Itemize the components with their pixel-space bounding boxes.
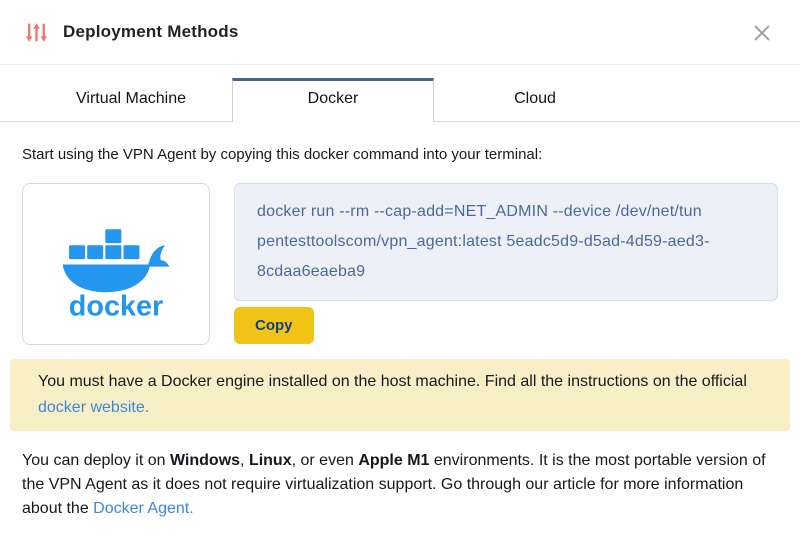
tab-docker[interactable]: Docker xyxy=(232,78,434,122)
footer-paragraph: You can deploy it on Windows, Linux, or … xyxy=(22,449,778,521)
warning-text: You must have a Docker engine installed … xyxy=(38,373,747,390)
footer-bold-windows: Windows xyxy=(170,452,240,469)
footer-text: You can deploy it on xyxy=(22,452,170,469)
docker-logo-card: docker xyxy=(22,183,210,345)
footer-bold-linux: Linux xyxy=(249,452,292,469)
docker-panel: docker docker run --rm --cap-add=NET_ADM… xyxy=(22,183,778,345)
warning-note: You must have a Docker engine installed … xyxy=(10,359,790,431)
docker-logo: docker xyxy=(52,209,180,320)
copy-button[interactable]: Copy xyxy=(234,307,314,344)
close-button[interactable] xyxy=(750,21,774,45)
close-icon xyxy=(751,22,773,44)
footer-bold-apple-m1: Apple M1 xyxy=(358,452,429,469)
tab-virtual-machine[interactable]: Virtual Machine xyxy=(30,79,232,121)
tab-bar: Virtual Machine Docker Cloud xyxy=(0,65,800,122)
docker-command-text: docker run --rm --cap-add=NET_ADMIN --de… xyxy=(234,183,778,301)
dialog-title: Deployment Methods xyxy=(63,22,239,42)
docker-agent-link[interactable]: Docker Agent. xyxy=(93,500,194,517)
docker-logo-text: docker xyxy=(69,290,163,319)
dialog-header: Deployment Methods xyxy=(0,0,800,65)
instruction-text: Start using the VPN Agent by copying thi… xyxy=(22,146,778,163)
deploy-arrows-icon xyxy=(24,20,49,45)
tab-cloud[interactable]: Cloud xyxy=(434,79,636,121)
docker-website-link[interactable]: docker website. xyxy=(38,399,149,416)
